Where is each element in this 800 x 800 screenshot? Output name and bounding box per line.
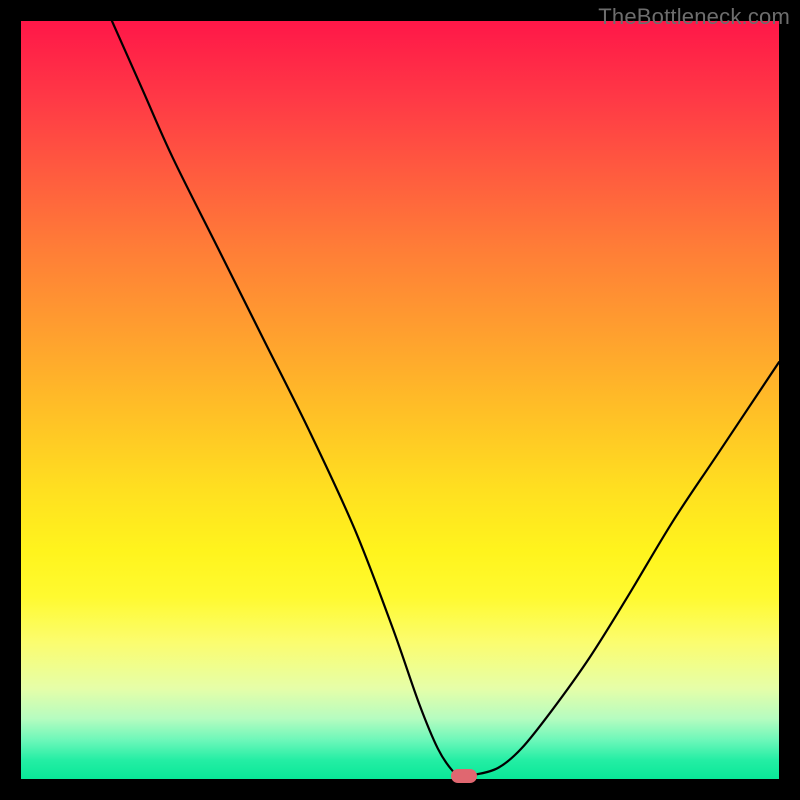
minimum-marker — [451, 769, 477, 783]
plot-area — [21, 21, 779, 779]
chart-frame: TheBottleneck.com — [0, 0, 800, 800]
watermark-text: TheBottleneck.com — [598, 4, 790, 30]
bottleneck-curve-path — [112, 21, 779, 775]
curve-svg — [21, 21, 779, 779]
